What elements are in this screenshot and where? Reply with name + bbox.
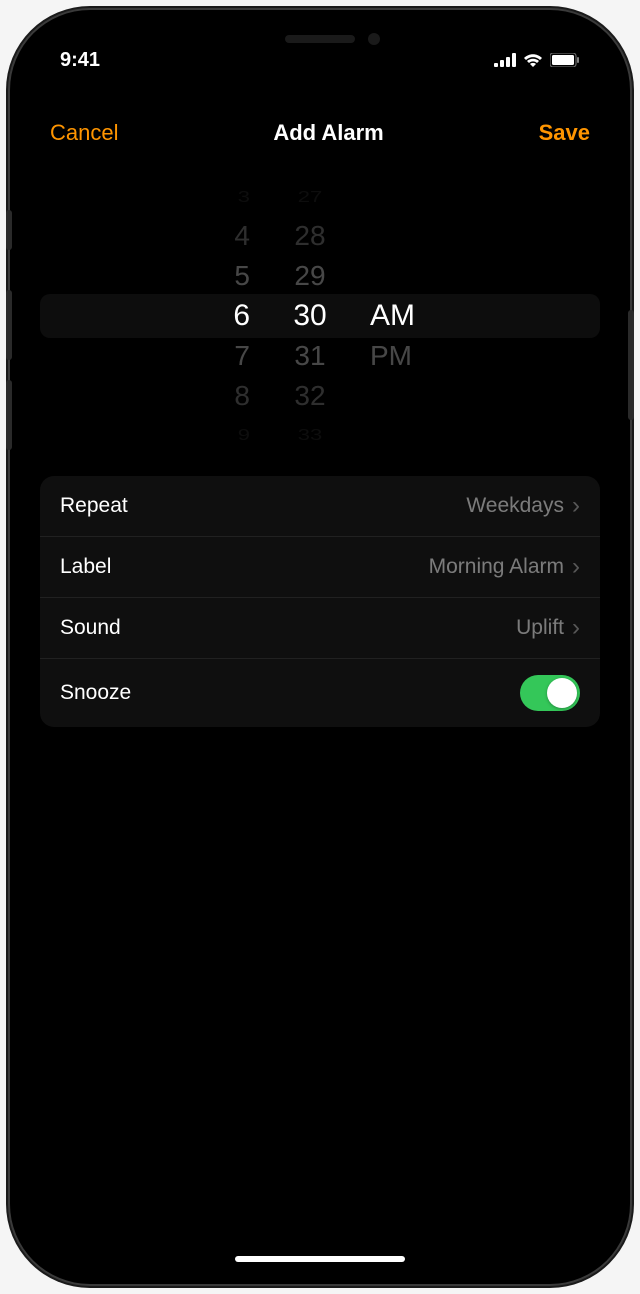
sound-value-wrap: Uplift ›: [516, 614, 580, 642]
front-camera: [368, 33, 380, 45]
toggle-knob: [547, 678, 577, 708]
hour-option[interactable]: 8: [234, 376, 250, 416]
status-icons: [494, 53, 580, 67]
home-indicator[interactable]: [235, 1256, 405, 1262]
sound-label: Sound: [60, 616, 121, 640]
cancel-button[interactable]: Cancel: [50, 120, 118, 146]
chevron-right-icon: ›: [572, 614, 580, 642]
repeat-value-wrap: Weekdays ›: [466, 492, 580, 520]
period-selected[interactable]: AM: [370, 296, 415, 336]
save-button[interactable]: Save: [539, 120, 590, 146]
snooze-row: Snooze: [40, 659, 600, 727]
status-time: 9:41: [60, 49, 100, 72]
time-picker[interactable]: 3 4 5 6 7 8 9 27 28 29 30 31 32 33: [20, 186, 620, 446]
power-button: [628, 310, 634, 420]
chevron-right-icon: ›: [572, 553, 580, 581]
snooze-label: Snooze: [60, 681, 131, 705]
mute-switch: [6, 210, 12, 250]
hour-picker-column[interactable]: 3 4 5 6 7 8 9: [190, 186, 250, 446]
repeat-value: Weekdays: [466, 494, 564, 518]
minute-selected[interactable]: 30: [293, 296, 326, 336]
page-title: Add Alarm: [273, 120, 383, 146]
notch: [210, 20, 430, 58]
hour-option[interactable]: 9: [238, 422, 250, 449]
volume-down-button: [6, 380, 12, 450]
volume-up-button: [6, 290, 12, 360]
minute-option[interactable]: 28: [294, 216, 325, 256]
minute-option[interactable]: 32: [294, 376, 325, 416]
minute-option[interactable]: 31: [294, 336, 325, 376]
minute-option[interactable]: 33: [298, 422, 322, 449]
snooze-toggle[interactable]: [520, 675, 580, 711]
cellular-signal-icon: [494, 53, 516, 67]
alarm-settings-list: Repeat Weekdays › Label Morning Alarm › …: [40, 476, 600, 727]
minute-picker-column[interactable]: 27 28 29 30 31 32 33: [280, 186, 340, 446]
repeat-row[interactable]: Repeat Weekdays ›: [40, 476, 600, 537]
label-value-wrap: Morning Alarm ›: [429, 553, 580, 581]
period-picker-column[interactable]: - - - AM PM - -: [370, 186, 450, 446]
hour-option[interactable]: 3: [238, 184, 250, 211]
label-value: Morning Alarm: [429, 555, 564, 579]
period-option[interactable]: PM: [370, 336, 412, 376]
wifi-icon: [523, 53, 543, 67]
hour-option[interactable]: 4: [234, 216, 250, 256]
sound-value: Uplift: [516, 616, 564, 640]
minute-option[interactable]: 27: [298, 184, 322, 211]
label-row[interactable]: Label Morning Alarm ›: [40, 537, 600, 598]
label-label: Label: [60, 555, 111, 579]
speaker-grille: [285, 35, 355, 43]
battery-icon: [550, 53, 580, 67]
minute-option[interactable]: 29: [294, 256, 325, 296]
nav-bar: Cancel Add Alarm Save: [20, 80, 620, 166]
sound-row[interactable]: Sound Uplift ›: [40, 598, 600, 659]
screen: 9:41: [20, 20, 620, 1274]
hour-option[interactable]: 7: [234, 336, 250, 376]
chevron-right-icon: ›: [572, 492, 580, 520]
repeat-label: Repeat: [60, 494, 128, 518]
device-frame: 9:41: [10, 10, 630, 1284]
hour-selected[interactable]: 6: [233, 296, 250, 336]
picker-columns: 3 4 5 6 7 8 9 27 28 29 30 31 32 33: [190, 186, 450, 446]
hour-option[interactable]: 5: [234, 256, 250, 296]
